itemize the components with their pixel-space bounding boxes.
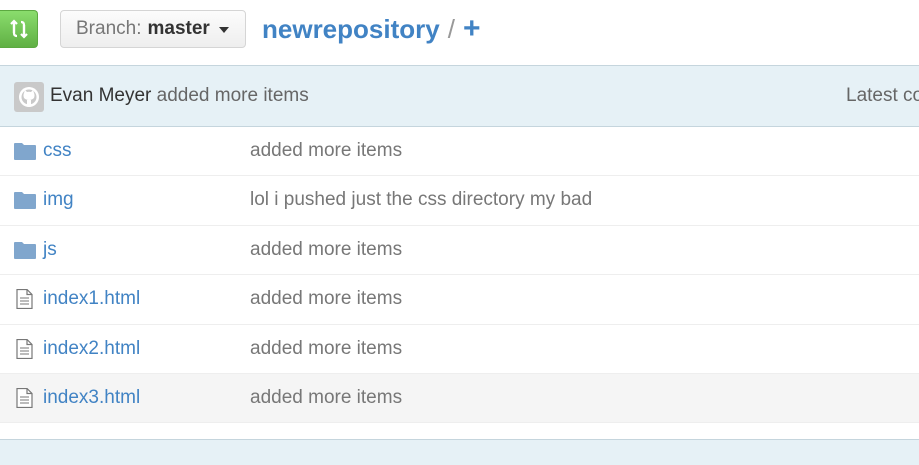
folder-icon <box>14 241 36 259</box>
branch-selector-button[interactable]: Branch: master <box>60 10 246 48</box>
latest-commit-bar: Evan Meyer added more items Latest co <box>0 65 919 127</box>
folder-icon <box>14 192 36 210</box>
file-commit-message[interactable]: added more items <box>250 139 402 163</box>
file-text-icon <box>16 387 33 408</box>
file-row-index3[interactable]: index3.html added more items <box>0 373 919 424</box>
file-commit-message[interactable]: added more items <box>250 287 402 311</box>
file-list: css added more items img lol i pushed ju… <box>0 127 919 424</box>
breadcrumb-separator: / <box>447 14 455 44</box>
branch-prefix-label: Branch: <box>76 18 142 39</box>
file-row-index2[interactable]: index2.html added more items <box>0 325 919 374</box>
file-name-link[interactable]: index3.html <box>43 386 140 410</box>
file-name-link[interactable]: img <box>43 188 74 212</box>
compare-arrows-icon <box>9 19 28 39</box>
caret-down-icon <box>218 27 229 33</box>
file-commit-message[interactable]: added more items <box>250 238 402 262</box>
avatar[interactable] <box>14 82 44 112</box>
file-commit-message[interactable]: added more items <box>250 337 402 361</box>
file-commit-message[interactable]: added more items <box>250 386 402 410</box>
github-octocat-icon <box>19 87 39 107</box>
commit-summary: Evan Meyer added more items <box>50 84 309 108</box>
file-row-js[interactable]: js added more items <box>0 226 919 276</box>
file-name-link[interactable]: js <box>43 238 57 262</box>
breadcrumb: newrepository / + <box>262 12 480 46</box>
latest-commit-label: Latest co <box>846 85 919 106</box>
file-text-icon <box>16 338 33 359</box>
file-name-link[interactable]: index1.html <box>43 287 140 311</box>
file-commit-message[interactable]: lol i pushed just the css directory my b… <box>250 188 592 212</box>
folder-icon <box>14 143 36 160</box>
file-row-css[interactable]: css added more items <box>0 127 919 177</box>
repo-header: Branch: master newrepository / + <box>0 0 919 62</box>
file-name-link[interactable]: index2.html <box>43 337 140 361</box>
branch-name: master <box>147 18 210 39</box>
file-row-img[interactable]: img lol i pushed just the css directory … <box>0 176 919 226</box>
commit-message[interactable]: added more items <box>157 85 309 106</box>
file-row-index1[interactable]: index1.html added more items <box>0 275 919 325</box>
file-name-link[interactable]: css <box>43 139 72 163</box>
repo-name-link[interactable]: newrepository <box>262 12 440 46</box>
file-text-icon <box>16 289 33 310</box>
readme-header-bar <box>0 439 919 465</box>
commit-author[interactable]: Evan Meyer <box>50 85 151 106</box>
add-file-button[interactable]: + <box>463 12 481 46</box>
compare-button[interactable] <box>0 10 38 48</box>
